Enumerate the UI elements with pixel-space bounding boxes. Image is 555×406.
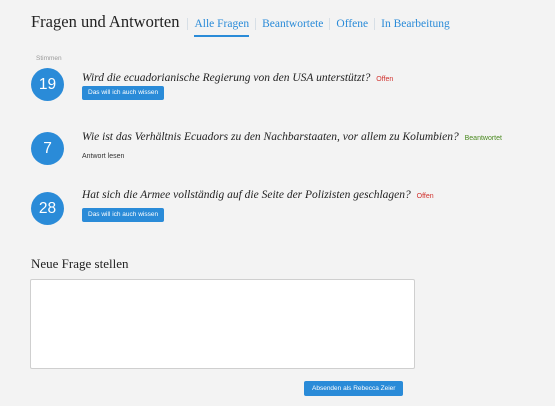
- tab-all-questions[interactable]: Alle Fragen: [187, 18, 255, 37]
- question-text: Wird die ecuadorianische Regierung von d…: [82, 72, 393, 84]
- tab-in-progress[interactable]: In Bearbeitung: [374, 18, 456, 30]
- follow-question-button[interactable]: Das will ich auch wissen: [82, 208, 165, 222]
- submit-question-button[interactable]: Absenden als Rebecca Zeier: [304, 381, 404, 396]
- status-badge: Offen: [416, 193, 434, 200]
- tab-answered[interactable]: Beantwortete: [255, 18, 329, 30]
- follow-question-button[interactable]: Das will ich auch wissen: [82, 86, 165, 100]
- page-title: Fragen und Antworten: [31, 12, 180, 31]
- status-badge: Beantwortet: [464, 135, 502, 142]
- question-title: Wie ist das Verhältnis Ecuadors zu den N…: [82, 131, 459, 143]
- new-question-heading: Neue Frage stellen: [31, 256, 129, 271]
- read-answer-link[interactable]: Antwort lesen: [82, 153, 124, 160]
- vote-count-badge: 28: [31, 192, 64, 225]
- question-text: Hat sich die Armee vollständig auf die S…: [82, 189, 434, 201]
- status-badge: Offen: [376, 76, 394, 83]
- question-title: Hat sich die Armee vollständig auf die S…: [82, 189, 411, 201]
- qa-header: Fragen und Antworten Alle Fragen Beantwo…: [31, 12, 456, 37]
- tab-open[interactable]: Offene: [329, 18, 374, 30]
- vote-count-badge: 7: [31, 132, 64, 165]
- qa-panel: Fragen und Antworten Alle Fragen Beantwo…: [0, 0, 555, 406]
- question-title: Wird die ecuadorianische Regierung von d…: [82, 72, 371, 84]
- votes-column-label: Stimmen: [36, 55, 62, 62]
- vote-count-badge: 19: [31, 68, 64, 101]
- question-text: Wie ist das Verhältnis Ecuadors zu den N…: [82, 131, 502, 143]
- question-input[interactable]: [30, 279, 415, 369]
